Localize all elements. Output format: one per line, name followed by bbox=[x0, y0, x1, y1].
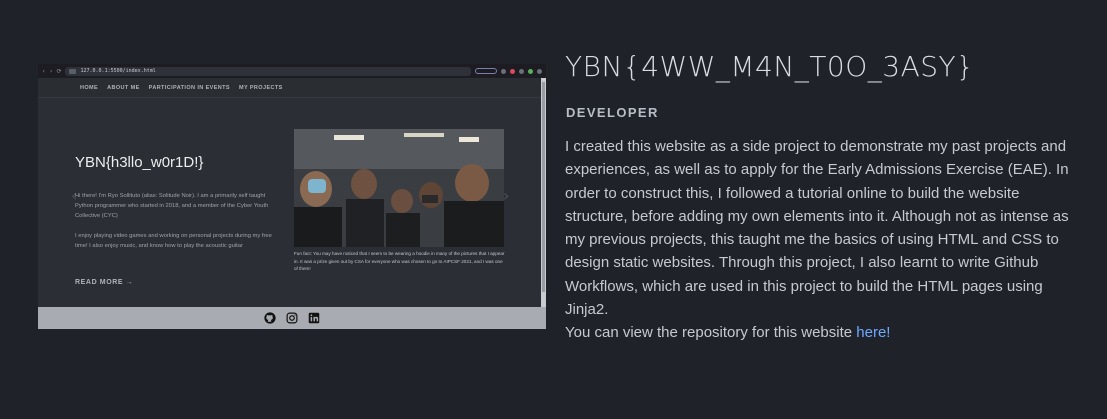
extension-icon bbox=[501, 68, 506, 74]
hero-paragraph: I enjoy playing video games and working … bbox=[75, 233, 272, 249]
project-role: DEVELOPER bbox=[566, 105, 659, 120]
scrollbar bbox=[541, 78, 546, 307]
repo-link[interactable]: here! bbox=[856, 324, 890, 341]
extension-play-icon bbox=[519, 68, 524, 74]
group-photo bbox=[294, 129, 504, 247]
description-text: I created this website as a side project… bbox=[565, 138, 1069, 319]
extension-record-icon bbox=[510, 68, 515, 74]
photo-caption: Fun fact: You may have noticed that I se… bbox=[294, 251, 505, 271]
site-footer bbox=[38, 307, 546, 329]
hero-title: YBN{h3llo_w0r1D!} bbox=[75, 154, 204, 171]
hero-paragraph: Hi there! I'm Ryo Sollituto (alias: Soli… bbox=[75, 193, 269, 219]
project-screenshot: ‹ › ⟳ 127.0.0.1:5500/index.html HOME ABO… bbox=[38, 64, 546, 329]
instagram-icon bbox=[286, 312, 299, 325]
scrollbar-thumb bbox=[542, 82, 545, 292]
nav-item-events: PARTICIPATION IN EVENTS bbox=[148, 84, 230, 91]
extension-icon bbox=[528, 68, 533, 74]
browser-extension-pill bbox=[475, 68, 497, 74]
nav-item-home: HOME bbox=[80, 84, 99, 91]
browser-toolbar: ‹ › ⟳ 127.0.0.1:5500/index.html bbox=[38, 64, 546, 78]
site-navbar: HOME ABOUT ME PARTICIPATION IN EVENTS MY… bbox=[38, 78, 541, 98]
menu-icon bbox=[537, 68, 542, 74]
repo-text: You can view the repository for this web… bbox=[565, 324, 857, 342]
nav-item-about-me: ABOUT ME bbox=[107, 84, 140, 91]
project-title: YBN{4WW_M4N_T0O_3ASY} bbox=[565, 50, 975, 83]
project-description: I created this website as a side project… bbox=[565, 135, 1085, 345]
browser-url: 127.0.0.1:5500/index.html bbox=[80, 68, 156, 74]
github-icon bbox=[264, 312, 277, 325]
nav-item-projects: MY PROJECTS bbox=[238, 84, 283, 91]
browser-address-bar: 127.0.0.1:5500/index.html bbox=[65, 66, 471, 76]
browser-nav-buttons: ‹ › ⟳ bbox=[42, 67, 62, 75]
linkedin-icon bbox=[308, 312, 321, 325]
page-info-icon bbox=[69, 68, 77, 74]
read-more-link: READ MORE → bbox=[75, 279, 134, 286]
